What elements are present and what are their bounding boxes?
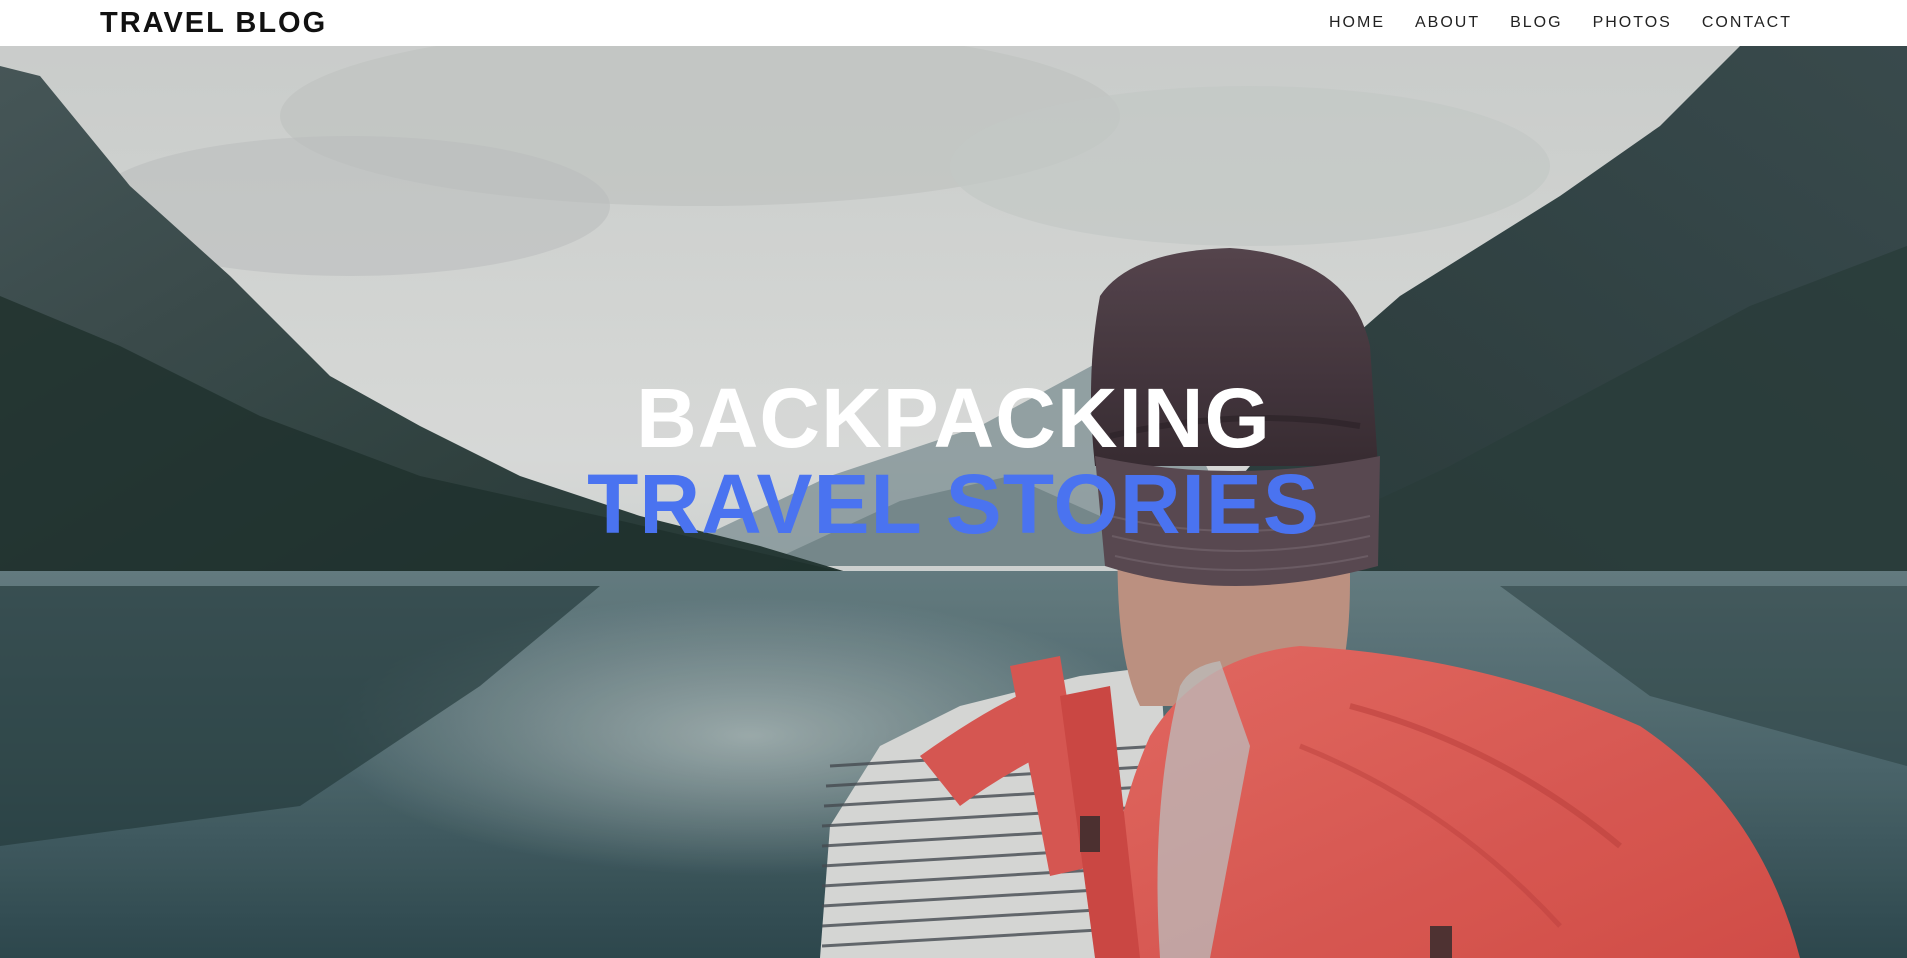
top-navbar: TRAVEL BLOG HOME ABOUT BLOG PHOTOS CONTA… xyxy=(0,0,1907,46)
brand-logo[interactable]: TRAVEL BLOG xyxy=(100,7,327,39)
hero-banner: BACKPACKING TRAVEL STORIES xyxy=(0,46,1907,958)
hero-headline: BACKPACKING TRAVEL STORIES xyxy=(0,376,1907,546)
nav-contact[interactable]: CONTACT xyxy=(1702,14,1792,32)
hero-title-line2: TRAVEL STORIES xyxy=(587,457,1320,551)
nav-blog[interactable]: BLOG xyxy=(1510,14,1562,32)
hero-title-line1: BACKPACKING xyxy=(636,371,1271,465)
main-nav: HOME ABOUT BLOG PHOTOS CONTACT xyxy=(1329,0,1792,46)
nav-home[interactable]: HOME xyxy=(1329,14,1385,32)
nav-photos[interactable]: PHOTOS xyxy=(1593,14,1672,32)
nav-about[interactable]: ABOUT xyxy=(1415,14,1480,32)
